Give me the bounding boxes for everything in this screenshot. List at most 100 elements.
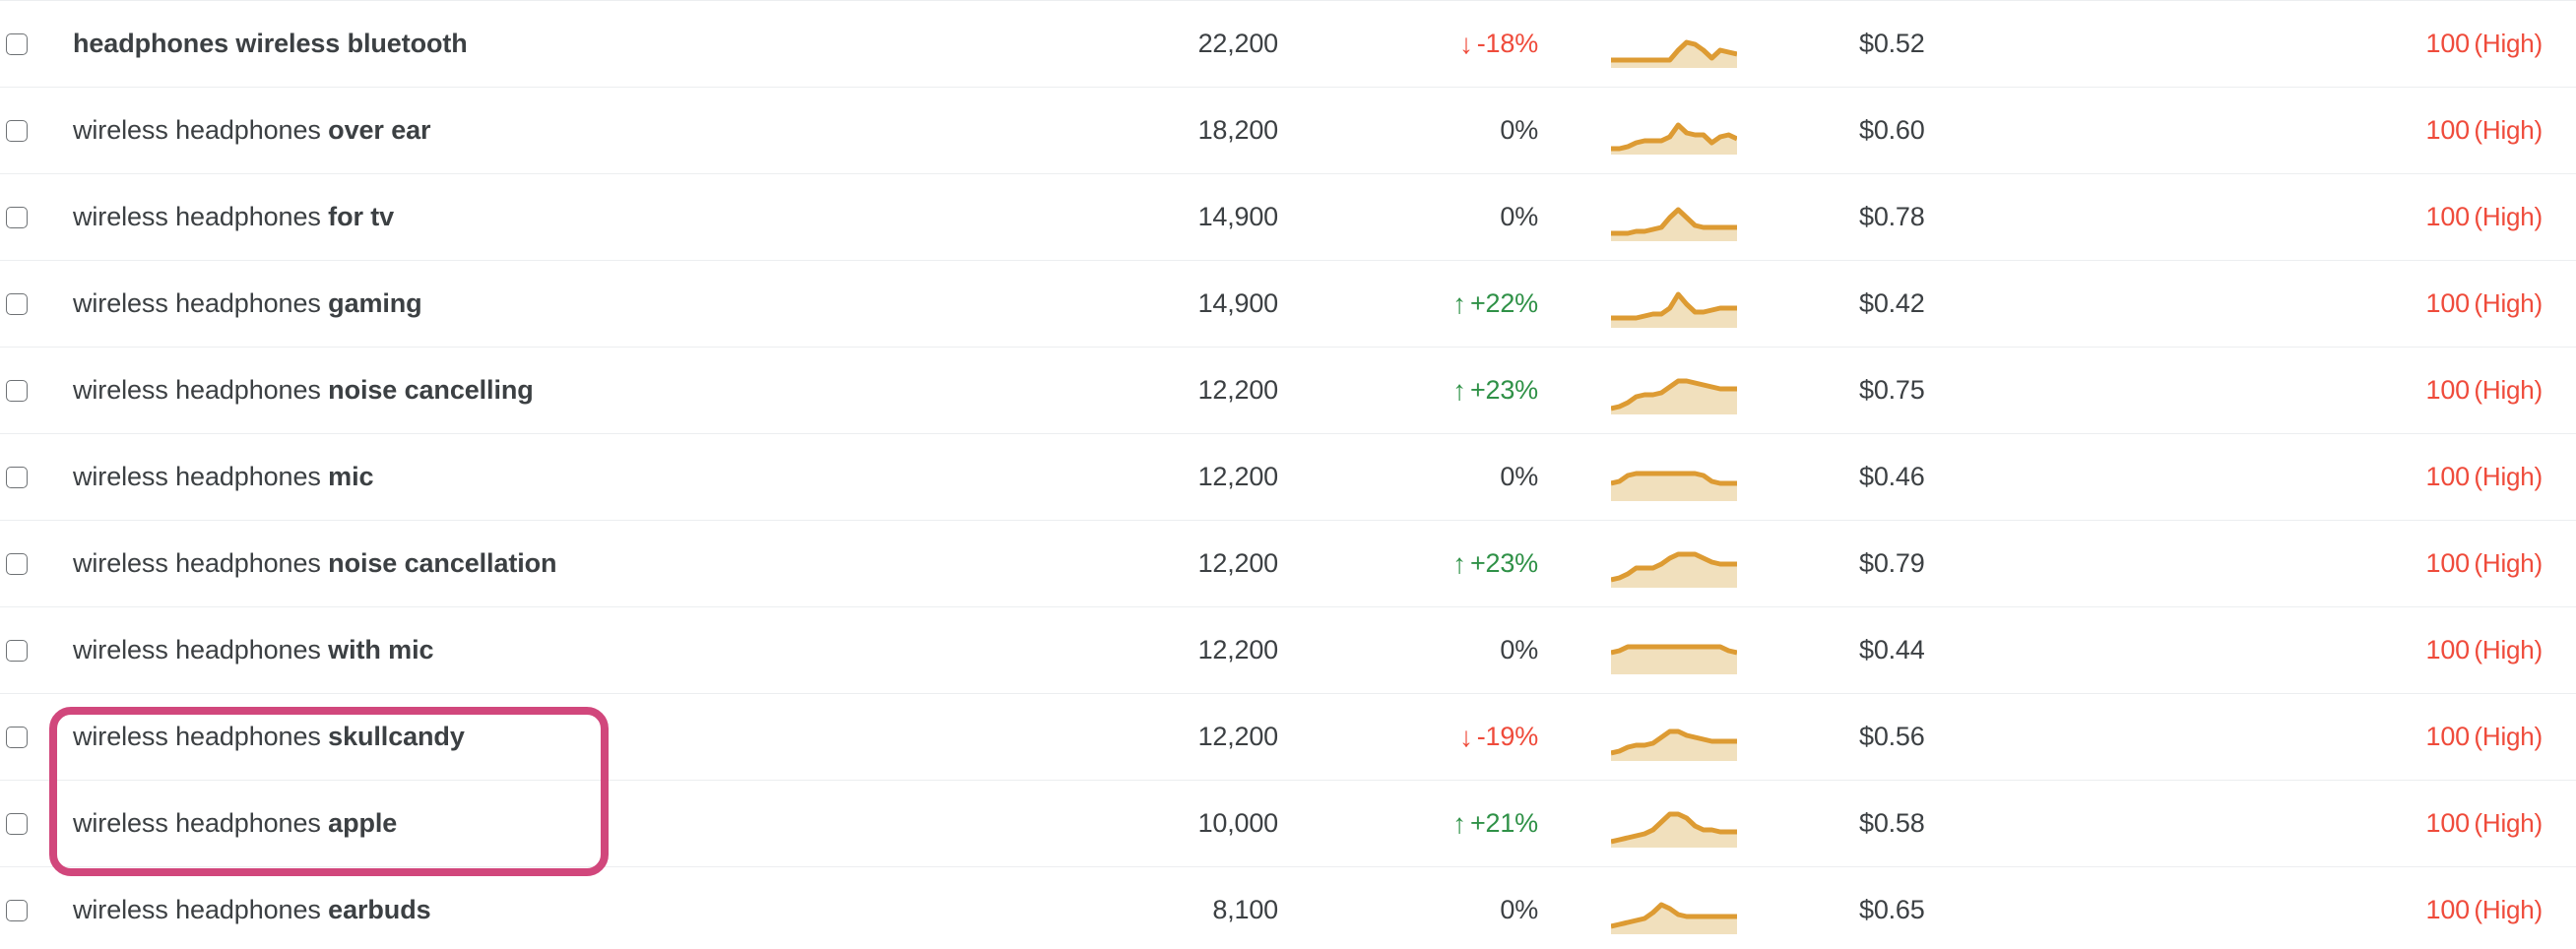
keyword-modifier-text: over ear (328, 115, 431, 146)
kd-label: (High) (2474, 29, 2543, 58)
keyword-cell[interactable]: wireless headphones with mic (47, 634, 1121, 665)
trend-cell: ↑ +23% (1278, 548, 1593, 579)
table-row[interactable]: wireless headphones noise cancellation 12… (0, 520, 2576, 606)
checkbox-unchecked-icon[interactable] (6, 899, 28, 921)
kd-score: 100 (2425, 462, 2471, 491)
cpc-cell: $0.56 (1859, 722, 1925, 751)
kd-label: (High) (2474, 548, 2543, 578)
checkbox-unchecked-icon[interactable] (6, 466, 28, 488)
arrow-down-icon: ↓ (1458, 29, 1473, 59)
keyword-modifier-text: mic (328, 462, 374, 492)
arrow-up-icon: ↑ (1452, 548, 1466, 579)
cpc-cell: $0.65 (1859, 895, 1925, 924)
cpc-cell: $0.46 (1859, 462, 1925, 491)
trend-cell: ↑ +23% (1278, 375, 1593, 406)
search-volume-cell: 12,200 (1197, 722, 1279, 751)
keyword-difficulty-cell: 100 (High) (2164, 722, 2576, 752)
arrow-up-icon: ↑ (1452, 288, 1466, 319)
sparkline-chart-icon (1593, 454, 1790, 501)
arrow-up-icon: ↑ (1452, 375, 1466, 406)
sparkline-chart-icon (1593, 540, 1790, 588)
cpc-cell: $0.78 (1859, 202, 1925, 231)
search-volume-cell: 12,200 (1197, 635, 1279, 664)
kd-score: 100 (2425, 375, 2471, 405)
keyword-cell[interactable]: wireless headphones noise cancellation (47, 547, 1121, 579)
checkbox-unchecked-icon[interactable] (6, 292, 28, 315)
row-select-cell (0, 639, 47, 662)
checkbox-unchecked-icon[interactable] (6, 379, 28, 402)
row-select-cell (0, 466, 47, 488)
kd-label: (High) (2474, 808, 2543, 838)
keyword-cell[interactable]: wireless headphones for tv (47, 201, 1121, 232)
trend-value: ↑ +21% (1452, 808, 1538, 839)
kd-label: (High) (2474, 202, 2543, 231)
cpc-cell: $0.75 (1859, 375, 1925, 405)
checkbox-unchecked-icon[interactable] (6, 206, 28, 228)
keyword-cell[interactable]: wireless headphones earbuds (47, 894, 1121, 925)
checkbox-unchecked-icon[interactable] (6, 32, 28, 55)
keyword-base-text: wireless headphones (73, 462, 329, 492)
trend-value: ↑ +23% (1452, 375, 1538, 406)
row-select-cell (0, 812, 47, 835)
keyword-base-text: wireless headphones (73, 288, 329, 319)
table-row[interactable]: wireless headphones for tv 14,900 0% $0.78 1… (0, 173, 2576, 260)
row-select-cell (0, 726, 47, 748)
kd-label: (High) (2474, 462, 2543, 491)
table-row[interactable]: wireless headphones with mic 12,200 0% $0.4… (0, 606, 2576, 693)
keyword-cell[interactable]: headphones wireless bluetooth (47, 28, 1121, 59)
cpc-cell: $0.42 (1859, 288, 1925, 318)
trend-value: 0% (1500, 462, 1538, 491)
kd-score: 100 (2425, 722, 2471, 751)
cpc-cell: $0.52 (1859, 29, 1925, 58)
keyword-difficulty-cell: 100 (High) (2164, 808, 2576, 839)
keyword-cell[interactable]: wireless headphones mic (47, 461, 1121, 492)
keyword-cell[interactable]: wireless headphones gaming (47, 287, 1121, 319)
keyword-difficulty-cell: 100 (High) (2164, 29, 2576, 59)
keyword-cell[interactable]: wireless headphones skullcandy (47, 721, 1121, 752)
row-select-cell (0, 379, 47, 402)
checkbox-unchecked-icon[interactable] (6, 726, 28, 748)
table-row[interactable]: wireless headphones mic 12,200 0% $0.46 100 … (0, 433, 2576, 520)
row-select-cell (0, 32, 47, 55)
trend-value: 0% (1500, 895, 1538, 924)
table-row[interactable]: wireless headphones over ear 18,200 0% $0.6… (0, 87, 2576, 173)
checkbox-unchecked-icon[interactable] (6, 812, 28, 835)
trend-cell: ↑ +22% (1278, 288, 1593, 319)
search-volume-cell: 10,000 (1197, 808, 1279, 838)
kd-score: 100 (2425, 895, 2471, 924)
keyword-cell[interactable]: wireless headphones apple (47, 807, 1121, 839)
trend-value: ↑ +23% (1452, 548, 1538, 579)
keyword-cell[interactable]: wireless headphones over ear (47, 114, 1121, 146)
sparkline-chart-icon (1593, 367, 1790, 414)
cpc-cell: $0.79 (1859, 548, 1925, 578)
search-volume-cell: 12,200 (1197, 462, 1279, 491)
kd-score: 100 (2425, 635, 2471, 664)
kd-label: (High) (2474, 115, 2543, 145)
search-volume-cell: 22,200 (1197, 29, 1279, 58)
table-row[interactable]: wireless headphones gaming 14,900 ↑ +22% $0.… (0, 260, 2576, 347)
keyword-cell[interactable]: wireless headphones noise cancelling (47, 374, 1121, 406)
keyword-difficulty-cell: 100 (High) (2164, 895, 2576, 925)
keyword-modifier-text: gaming (328, 288, 422, 319)
kd-label: (High) (2474, 375, 2543, 405)
keyword-difficulty-cell: 100 (High) (2164, 548, 2576, 579)
row-select-cell (0, 292, 47, 315)
keyword-results-table: headphones wireless bluetooth 22,200 ↓ -18%… (0, 0, 2576, 949)
row-select-cell (0, 119, 47, 142)
checkbox-unchecked-icon[interactable] (6, 552, 28, 575)
table-row[interactable]: wireless headphones earbuds 8,100 0% $0.65 1… (0, 866, 2576, 949)
checkbox-unchecked-icon[interactable] (6, 639, 28, 662)
keyword-modifier-text: for tv (328, 202, 395, 232)
search-volume-cell: 18,200 (1197, 115, 1279, 145)
trend-value: ↓ -18% (1458, 29, 1538, 59)
table-row[interactable]: wireless headphones skullcandy 12,200 ↓ -19… (0, 693, 2576, 780)
checkbox-unchecked-icon[interactable] (6, 119, 28, 142)
keyword-difficulty-cell: 100 (High) (2164, 462, 2576, 492)
table-row[interactable]: headphones wireless bluetooth 22,200 ↓ -18%… (0, 0, 2576, 87)
table-row[interactable]: wireless headphones noise cancelling 12,2… (0, 347, 2576, 433)
kd-label: (High) (2474, 288, 2543, 318)
table-row[interactable]: wireless headphones apple 10,000 ↑ +21% $0.5… (0, 780, 2576, 866)
search-volume-cell: 12,200 (1197, 548, 1279, 578)
keyword-base-text: wireless headphones (73, 808, 329, 839)
keyword-modifier-text: noise cancelling (328, 375, 534, 406)
